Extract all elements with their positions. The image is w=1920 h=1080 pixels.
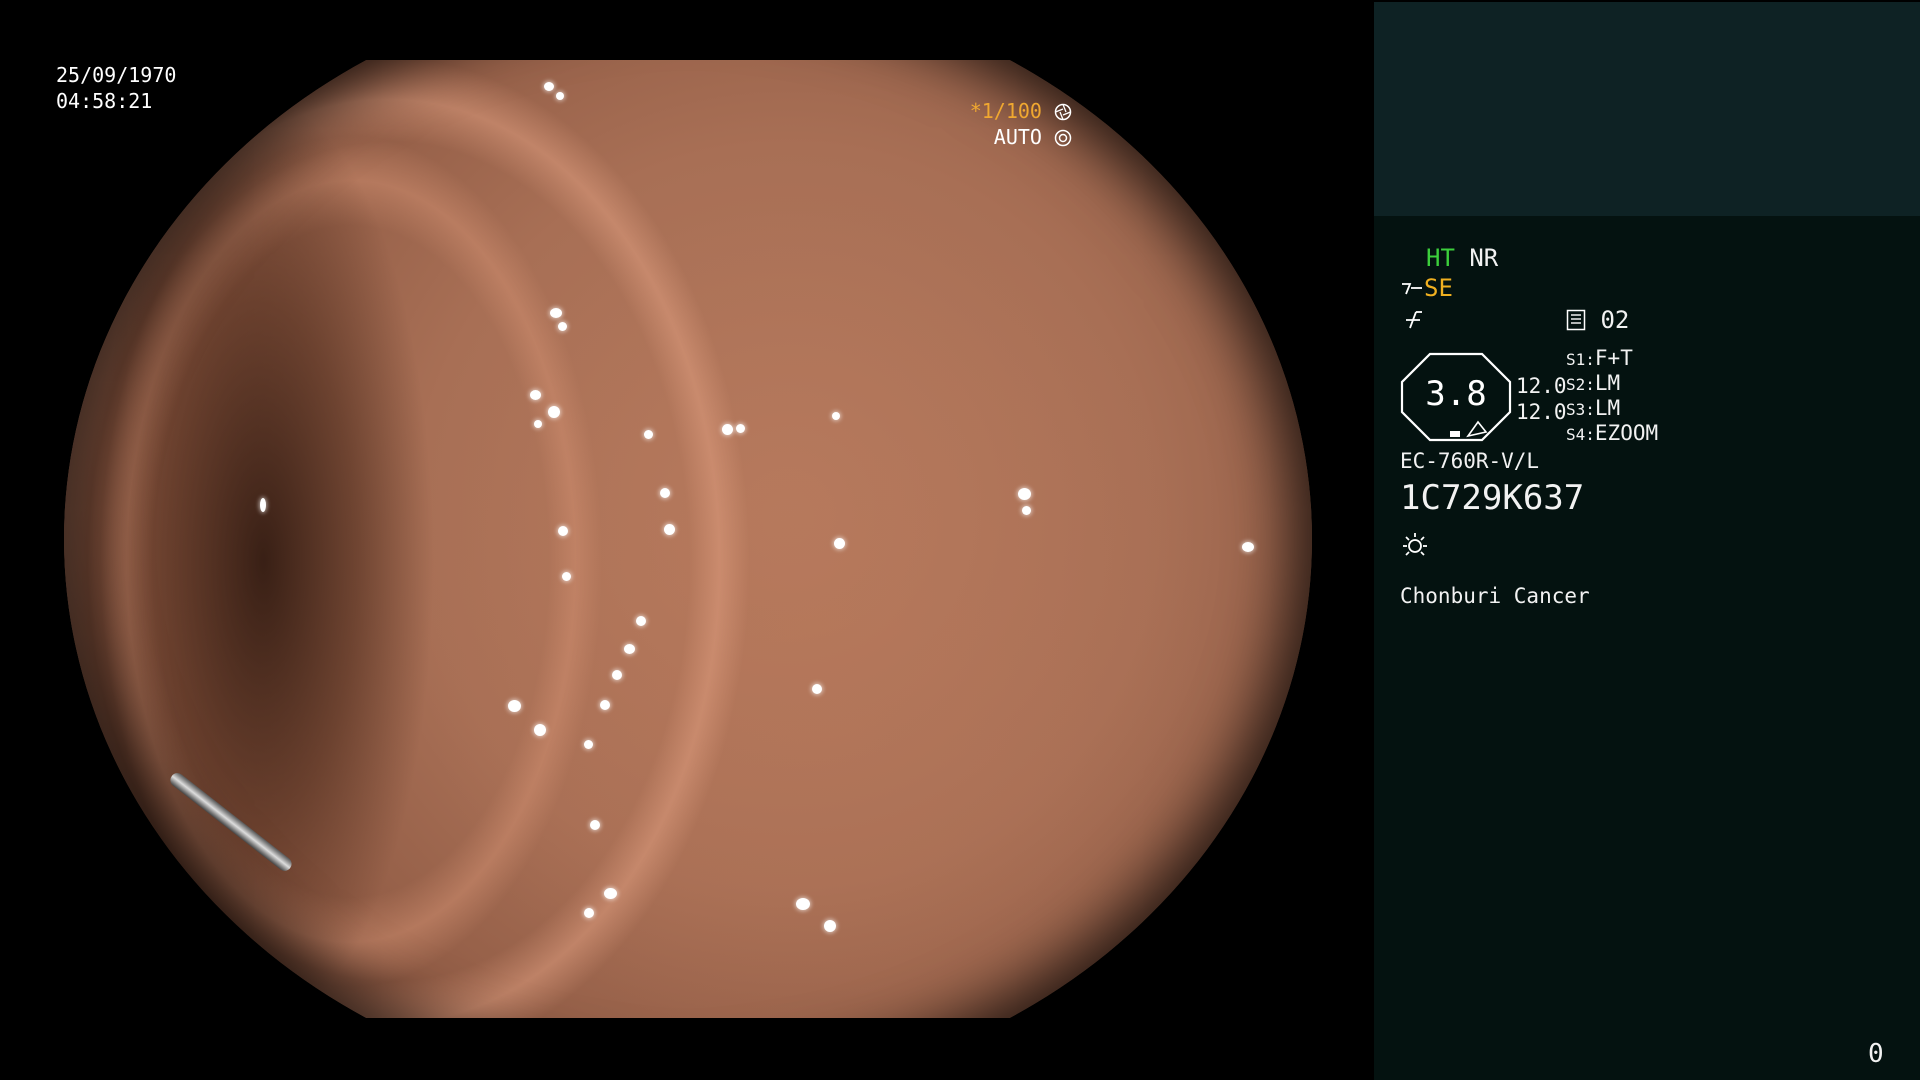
light-reflection	[600, 700, 610, 710]
slot-value: EZOOM	[1594, 421, 1659, 445]
processing-modes: HT NR	[1426, 244, 1498, 272]
light-reflection	[544, 82, 554, 91]
light-reflection	[556, 92, 564, 100]
info-panel	[1374, 216, 1920, 1080]
scope-slot-4: S4:EZOOM	[1566, 421, 1659, 445]
iris-icon	[1054, 129, 1072, 147]
light-reflection	[722, 424, 733, 435]
light-reflection	[590, 820, 600, 830]
exam-date: 25/09/1970	[56, 63, 177, 87]
light-reflection	[824, 920, 836, 932]
light-reflection	[260, 498, 266, 512]
light-reflection	[1018, 488, 1031, 500]
slot-key: S4	[1566, 425, 1586, 444]
info-panel-header	[1374, 2, 1920, 216]
sharpness-icon	[1406, 311, 1422, 329]
light-reflection	[562, 572, 571, 581]
light-reflection	[1242, 542, 1254, 552]
shutter-row: *1/100	[970, 98, 1072, 124]
light-reflection	[832, 412, 840, 420]
scope-slot-2: S2:LM	[1566, 371, 1621, 395]
light-reflection	[612, 670, 622, 680]
slot-value: LM	[1594, 396, 1621, 420]
nr-indicator: NR	[1469, 244, 1499, 272]
light-reflection	[558, 526, 568, 536]
scope-slot-3: S3:LM	[1566, 396, 1621, 420]
scope-slot-1: S1:F+T	[1566, 346, 1633, 370]
light-reflection	[812, 684, 822, 694]
light-reflection	[796, 898, 810, 910]
endoscopic-view	[64, 60, 1312, 1018]
aperture-icon	[1054, 103, 1072, 121]
se-indicator: SE	[1424, 274, 1453, 302]
memory-card-icon	[1566, 309, 1586, 331]
endoscopy-monitor: 25/09/1970 04:58:21 *1/100 AUTO HT NR SE…	[0, 0, 1920, 1080]
scope-vignette	[64, 60, 1312, 1018]
sun-icon	[1403, 533, 1427, 556]
light-reflection	[558, 322, 567, 331]
exposure-info: *1/100 AUTO	[970, 98, 1072, 150]
light-reflection	[530, 390, 541, 400]
slot-value: F+T	[1594, 346, 1633, 370]
light-reflection	[584, 740, 593, 749]
exposure-mode: AUTO	[993, 125, 1042, 149]
light-reflection	[834, 538, 845, 549]
light-reflection	[636, 616, 646, 626]
slot-key: S1	[1566, 350, 1586, 369]
light-reflection	[736, 424, 745, 433]
exposure-mode-row: AUTO	[970, 124, 1072, 150]
slot-key: S2	[1566, 375, 1586, 394]
slot-value: LM	[1594, 371, 1621, 395]
enhancement-icon	[1402, 283, 1422, 295]
page-row: 02	[1566, 306, 1629, 334]
light-reflection	[584, 908, 594, 918]
light-reflection	[604, 888, 617, 899]
light-reflection	[534, 724, 546, 736]
side-value-1: 12.0	[1516, 374, 1567, 398]
light-reflection	[508, 700, 521, 712]
ht-indicator: HT	[1426, 244, 1455, 272]
light-reflection	[664, 524, 675, 535]
light-reflection	[660, 488, 670, 498]
slot-key: S3	[1566, 400, 1586, 419]
scope-serial: 1C729K637	[1400, 478, 1585, 518]
light-reflection	[624, 644, 635, 654]
light-reflection	[644, 430, 653, 439]
date-time-display: 25/09/1970 04:58:21	[56, 62, 176, 114]
zoom-value: 3.8	[1425, 374, 1487, 414]
exam-time: 04:58:21	[56, 89, 153, 113]
light-reflection	[534, 420, 542, 428]
frame-counter: 0	[1868, 1039, 1884, 1069]
scope-model: EC-760R-V/L	[1400, 449, 1540, 473]
institution-name: Chonburi Cancer	[1400, 584, 1590, 608]
shutter-speed: *1/100	[969, 99, 1042, 123]
light-reflection	[1022, 506, 1031, 515]
light-reflection	[548, 406, 560, 418]
side-value-2: 12.0	[1516, 400, 1567, 424]
se-row: SE	[1400, 274, 1453, 302]
light-reflection	[550, 308, 562, 318]
page-number: 02	[1600, 306, 1630, 334]
